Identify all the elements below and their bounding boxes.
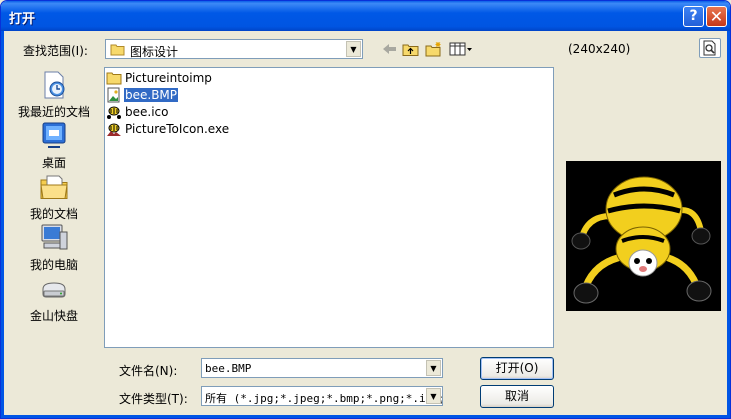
back-icon[interactable] <box>381 41 399 57</box>
chevron-down-icon[interactable]: ▼ <box>426 388 441 404</box>
chevron-down-icon[interactable]: ▼ <box>426 360 441 376</box>
up-folder-icon[interactable] <box>402 41 420 57</box>
bee-image <box>566 161 721 311</box>
my-computer-icon <box>41 224 68 250</box>
place-label-my-computer: 我的电脑 <box>29 258 78 272</box>
preview-toggle-button[interactable] <box>699 38 721 58</box>
look-in-dropdown[interactable]: 图标设计 ▼ <box>105 39 363 59</box>
folder-icon <box>106 72 122 85</box>
place-my-computer[interactable]: 我的电脑 <box>9 222 99 273</box>
folder-icon <box>110 44 125 56</box>
help-button[interactable]: ? <box>683 6 704 27</box>
magnifier-page-icon <box>703 40 716 56</box>
window-border-left <box>1 31 4 418</box>
open-file-dialog: 打开 ? ✕ 查找范围(I): 图标设计 ▼ (240x240) 我最近的文档 … <box>0 0 731 419</box>
file-type-value: 所有 (*.jpg;*.jpeg;*.bmp;*.png;*.ico; <box>205 392 443 405</box>
look-in-label: 查找范围(I): <box>23 44 88 58</box>
file-name: Pictureintoimp <box>125 71 212 85</box>
place-label-my-documents: 我的文档 <box>29 207 78 221</box>
title-bar[interactable]: 打开 ? ✕ <box>1 1 730 31</box>
bee-ico-file-icon <box>107 106 121 119</box>
window-border-right <box>727 31 730 418</box>
drive-icon <box>42 282 66 298</box>
place-label-desktop: 桌面 <box>41 156 66 170</box>
file-name: bee.BMP <box>124 88 179 102</box>
my-documents-icon <box>40 175 68 199</box>
file-type-dropdown[interactable]: 所有 (*.jpg;*.jpeg;*.bmp;*.png;*.ico; ▼ <box>201 386 443 406</box>
window-border-bottom <box>1 415 730 418</box>
place-label-recent: 我最近的文档 <box>17 105 90 119</box>
preview-dimensions: (240x240) <box>568 42 631 56</box>
place-label-kuaipan: 金山快盘 <box>29 309 78 323</box>
close-button[interactable]: ✕ <box>706 6 727 27</box>
recent-documents-icon <box>44 71 65 99</box>
place-recent[interactable]: 我最近的文档 <box>9 69 99 120</box>
file-name-value: bee.BMP <box>205 362 252 375</box>
file-name: PictureToIcon.exe <box>125 122 230 136</box>
place-my-documents[interactable]: 我的文档 <box>9 171 99 222</box>
image-preview <box>566 161 721 311</box>
view-menu-icon[interactable] <box>449 41 473 57</box>
places-bar: 我最近的文档 桌面 我的文档 我的电脑 金山快盘 <box>9 65 99 325</box>
new-folder-icon[interactable] <box>425 41 443 57</box>
open-button[interactable]: 打开(O) <box>480 357 554 380</box>
file-name-input[interactable]: bee.BMP ▼ <box>201 358 443 378</box>
cancel-button[interactable]: 取消 <box>480 385 554 408</box>
exe-file-icon <box>107 123 121 136</box>
desktop-icon <box>42 122 66 148</box>
file-name: bee.ico <box>125 105 169 119</box>
file-type-label: 文件类型(T): <box>119 392 188 406</box>
look-in-value: 图标设计 <box>130 45 179 59</box>
window-title: 打开 <box>9 12 36 27</box>
place-desktop[interactable]: 桌面 <box>9 120 99 171</box>
bitmap-file-icon <box>107 87 120 103</box>
file-list[interactable]: Pictureintoimp bee.BMP bee.ico PictureTo… <box>104 67 554 348</box>
file-name-label: 文件名(N): <box>119 364 178 378</box>
chevron-down-icon[interactable]: ▼ <box>346 41 361 57</box>
place-kuaipan[interactable]: 金山快盘 <box>9 273 99 324</box>
